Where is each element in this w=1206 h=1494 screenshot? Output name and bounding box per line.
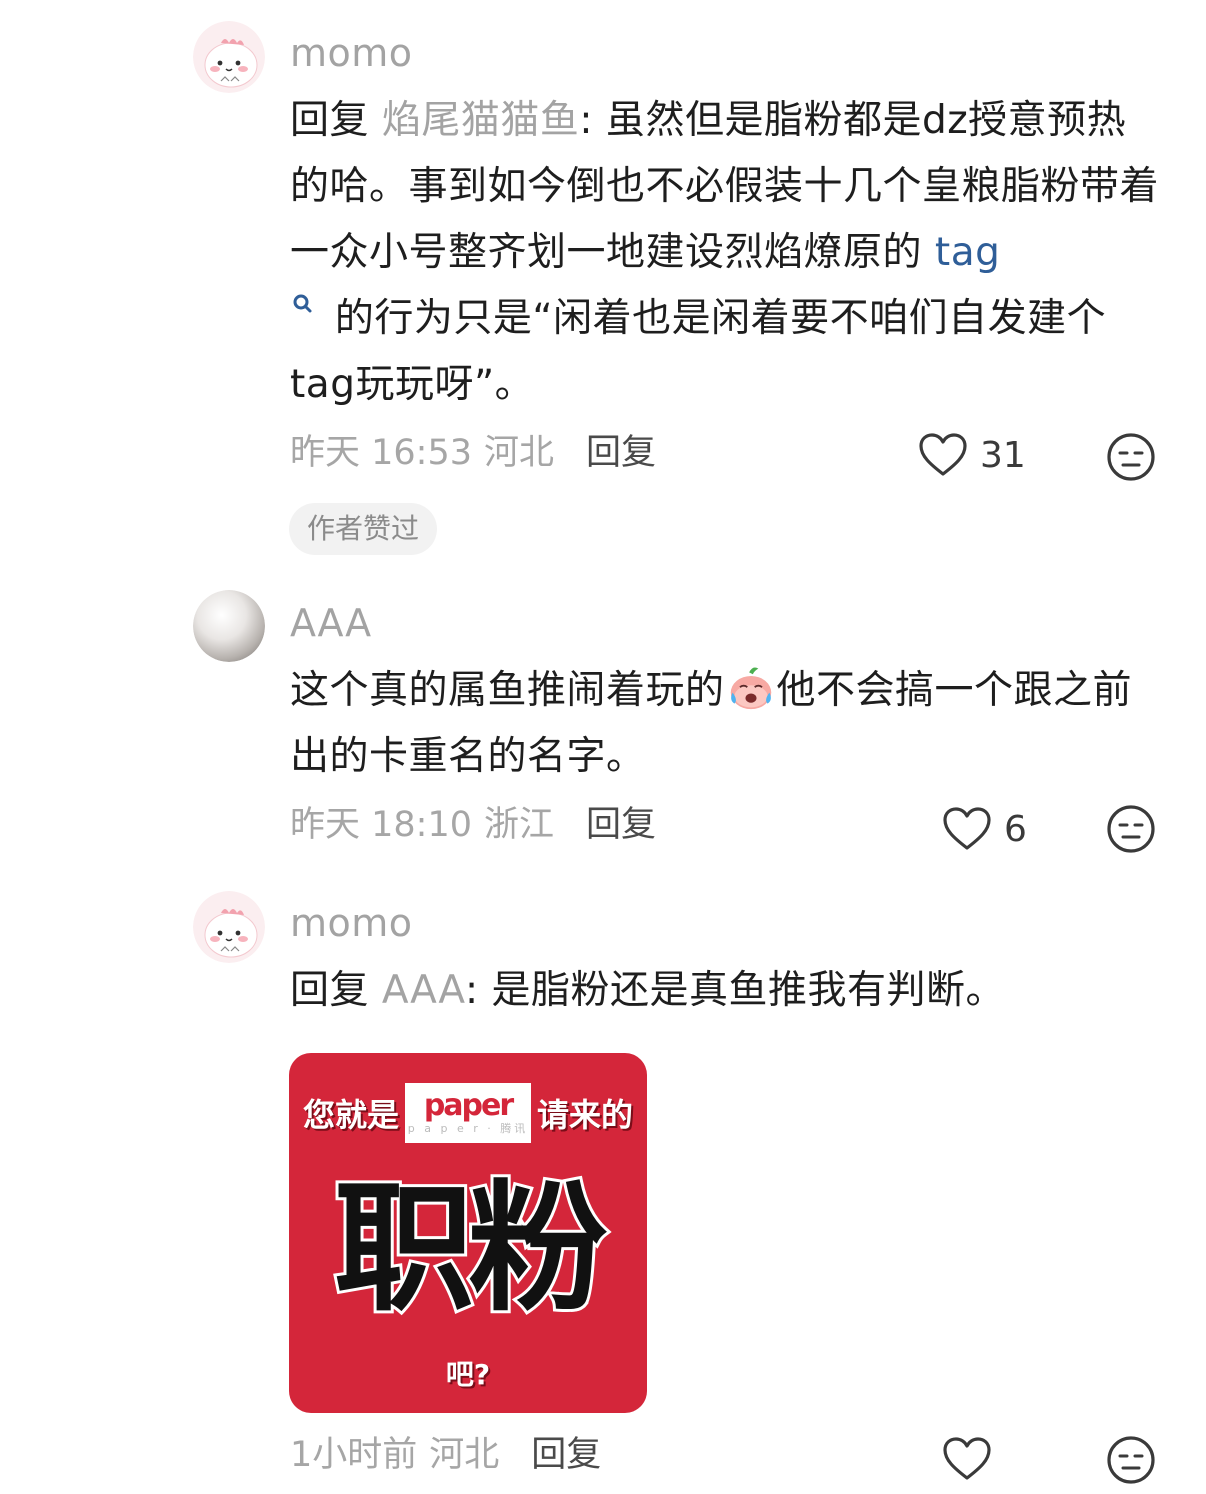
sticker-bottom-text: 吧? xyxy=(445,1358,491,1391)
logo-subtext: p a p e r · 腾讯 xyxy=(407,1122,529,1135)
meh-face-icon[interactable] xyxy=(1106,1435,1156,1485)
comment-text: 回复 焰尾猫猫鱼: 虽然但是脂粉都是dz授意预热的哈。事到如今倒也不必假装十几个… xyxy=(290,88,1160,418)
username[interactable]: momo xyxy=(290,29,413,77)
heart-outline-icon xyxy=(943,1437,991,1480)
like-button[interactable] xyxy=(942,1436,1004,1482)
like-count: 6 xyxy=(1004,808,1027,850)
heart-outline-icon xyxy=(943,807,991,850)
pink-dino-avatar-icon xyxy=(193,891,265,963)
meh-face-icon[interactable] xyxy=(1106,432,1156,482)
sticker-text-left: 您就是 xyxy=(303,1096,400,1134)
location: 河北 xyxy=(484,433,555,473)
like-button[interactable]: 31 xyxy=(918,432,1026,478)
crying-peach-emoji-icon xyxy=(730,667,771,710)
comment-meta: 1小时前 河北 回复 xyxy=(290,1432,601,1478)
logo-text: paper xyxy=(423,1088,514,1123)
timestamp: 昨天 18:10 xyxy=(290,805,472,845)
reply-target-link[interactable]: 焰尾猫猫鱼 xyxy=(382,98,580,143)
paper-logo: paper p a p e r · 腾讯 xyxy=(405,1083,531,1143)
comment-text-part: 这个真的属鱼推闹着玩的 xyxy=(290,668,725,713)
reply-button[interactable]: 回复 xyxy=(586,433,656,473)
comment-text: 回复 AAA: 是脂粉还是真鱼推我有判断。 xyxy=(290,958,1160,1024)
reply-prefix: 回复 xyxy=(290,98,382,143)
location: 浙江 xyxy=(484,805,555,845)
avatar[interactable] xyxy=(193,590,265,662)
sticker-text-right: 请来的 xyxy=(536,1096,633,1134)
comment-meta: 昨天 16:53 河北 回复 xyxy=(290,430,656,476)
like-button[interactable]: 6 xyxy=(942,806,1027,852)
reply-prefix: 回复 xyxy=(290,968,382,1013)
reply-button[interactable]: 回复 xyxy=(531,1435,601,1475)
location: 河北 xyxy=(429,1435,500,1475)
timestamp: 昨天 16:53 xyxy=(290,433,472,473)
pearl-avatar-icon xyxy=(193,590,265,662)
timestamp: 1小时前 xyxy=(290,1435,418,1475)
comment-meta: 昨天 18:10 浙江 回复 xyxy=(290,802,656,848)
tag-word: tag xyxy=(934,230,1001,275)
like-count: 31 xyxy=(980,434,1026,476)
username[interactable]: AAA xyxy=(290,599,372,647)
username[interactable]: momo xyxy=(290,899,413,947)
search-icon xyxy=(293,294,312,313)
comment-text-part: : 是脂粉还是真鱼推我有判断。 xyxy=(464,968,1005,1013)
author-liked-badge: 作者赞过 xyxy=(289,503,438,555)
avatar[interactable] xyxy=(193,21,265,93)
sticker-image[interactable]: 您就是 paper p a p e r · 腾讯 请来的 职粉 吧? xyxy=(289,1053,647,1413)
sticker-big-text: 职粉 xyxy=(331,1165,611,1334)
comment-text-part: 的行为只是“闲着也是闲着要不咱们自发建个tag玩玩呀”。 xyxy=(290,296,1107,407)
sticker-top-row: 您就是 paper p a p e r · 腾讯 请来的 xyxy=(289,1083,647,1143)
reply-target-link[interactable]: AAA xyxy=(382,968,465,1013)
comment-text: 这个真的属鱼推闹着玩的 他不会搞一个跟之前出的卡重名的名字。 xyxy=(290,658,1160,790)
pink-dino-avatar-icon xyxy=(193,21,265,93)
reply-button[interactable]: 回复 xyxy=(586,805,656,845)
heart-outline-icon xyxy=(919,433,967,476)
avatar[interactable] xyxy=(193,891,265,963)
meh-face-icon[interactable] xyxy=(1106,804,1156,854)
